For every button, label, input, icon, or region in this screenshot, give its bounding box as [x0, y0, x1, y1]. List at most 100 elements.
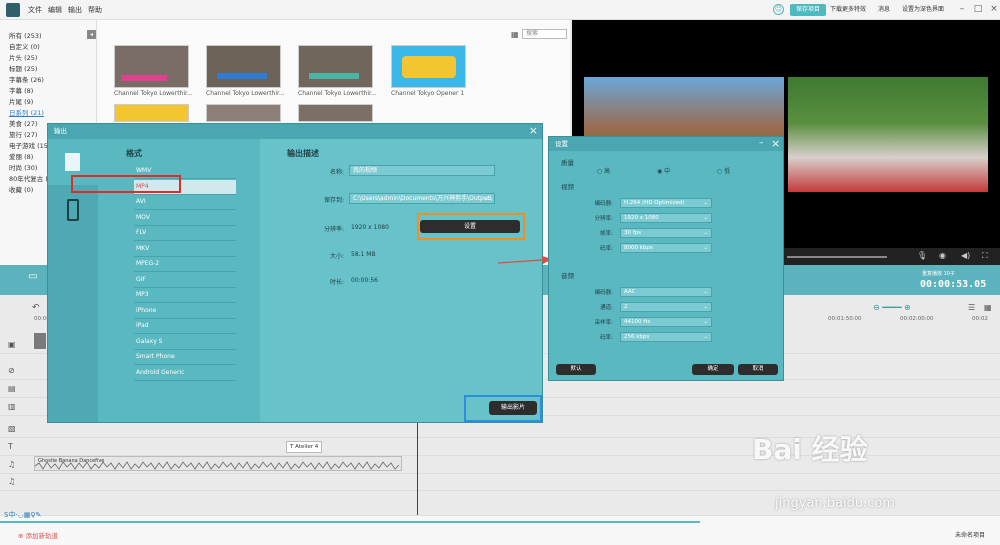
category-item[interactable]: 所有 (253): [9, 30, 42, 40]
category-item[interactable]: 电子游戏 (15): [9, 140, 50, 150]
frame-rate-select[interactable]: 30 fps ⌄: [620, 228, 712, 238]
template-thumbnail[interactable]: [206, 45, 281, 88]
account-icon[interactable]: ☺: [773, 4, 784, 15]
format-option[interactable]: Smart Phone: [134, 350, 236, 365]
format-option[interactable]: AVI: [134, 195, 236, 210]
minimize-icon[interactable]: –: [956, 3, 968, 15]
audio-clip[interactable]: Ghostie Banana Dancefive: [34, 456, 402, 471]
channel-select[interactable]: 2 ⌄: [620, 302, 712, 312]
scroll-bar[interactable]: [0, 521, 700, 523]
search-input[interactable]: 搜索: [522, 29, 567, 39]
format-option[interactable]: MPEG-2: [134, 257, 236, 272]
template-thumbnail[interactable]: [298, 104, 373, 122]
save-project-button[interactable]: 保存项目: [790, 4, 826, 16]
zoom-controls[interactable]: ⊖ ━━━━ ⊕: [873, 303, 911, 312]
category-item[interactable]: 收藏 (0): [9, 184, 33, 194]
format-option[interactable]: iPad: [134, 319, 236, 334]
undo-icon[interactable]: ↶: [32, 303, 40, 313]
format-option[interactable]: MP3: [134, 288, 236, 303]
format-option[interactable]: Galaxy S: [134, 335, 236, 350]
sample-rate-label: 采样率:: [594, 320, 613, 326]
folder-icon[interactable]: ▭: [28, 271, 37, 282]
preview-progress[interactable]: [787, 256, 887, 258]
video-track-icon[interactable]: ▣: [8, 340, 16, 349]
messages-button[interactable]: 消息: [878, 4, 890, 16]
ime-toolbar[interactable]: S中·◡▦♀✎: [4, 510, 41, 520]
category-item[interactable]: 片头 (25): [9, 52, 37, 62]
close-icon[interactable]: ×: [988, 3, 1000, 15]
duration-value: 00:00:56: [351, 277, 378, 284]
video-clip[interactable]: [34, 333, 46, 349]
template-thumbnail[interactable]: [391, 45, 466, 88]
category-item[interactable]: 字幕 (8): [9, 85, 33, 95]
save-path-input[interactable]: C:\Users\admin\Documents\万兴神剪手\Output\: [349, 193, 495, 204]
size-value: 58.1 MB: [351, 251, 376, 258]
download-effects-button[interactable]: 下载更多特效: [830, 4, 866, 16]
category-item-active[interactable]: 日系列 (21): [9, 107, 44, 117]
format-option[interactable]: Android Generic: [134, 366, 236, 381]
format-option[interactable]: MKV: [134, 242, 236, 257]
volume-icon[interactable]: ◀): [961, 251, 970, 260]
maximize-icon[interactable]: □: [972, 3, 984, 15]
video-encoder-select[interactable]: H.264 (HD Optimized) ⌄: [620, 198, 712, 208]
list-view-icon[interactable]: ☰: [968, 303, 975, 312]
app-logo-icon: [6, 3, 20, 17]
category-item[interactable]: 字幕条 (26): [9, 74, 44, 84]
sample-rate-select[interactable]: 44100 Hz ⌄: [620, 317, 712, 327]
audio-bitrate-select[interactable]: 256 kbps ⌄: [620, 332, 712, 342]
settings-close-icon[interactable]: ×: [771, 137, 780, 150]
browse-folder-icon[interactable]: ▭: [485, 194, 492, 202]
export-close-icon[interactable]: ×: [529, 125, 538, 137]
category-item[interactable]: 自定义 (0): [9, 41, 40, 51]
overlay-track-icon[interactable]: ▤: [8, 384, 16, 393]
camera-icon[interactable]: ◉: [939, 251, 946, 260]
thumbnail-caption: Channel Tokyo Lowerthir...: [114, 90, 193, 97]
category-item[interactable]: 标题 (25): [9, 63, 37, 73]
template-thumbnail[interactable]: [114, 104, 189, 122]
title-clip[interactable]: T Atelier 4: [286, 441, 322, 453]
mic-icon[interactable]: 🎙: [917, 251, 927, 260]
template-thumbnail[interactable]: [298, 45, 373, 88]
video-bitrate-select[interactable]: 8000 kbps ⌄: [620, 243, 712, 253]
default-button[interactable]: 默认: [556, 364, 596, 375]
quality-low-radio[interactable]: ○ 低: [717, 166, 730, 175]
grid-view-icon[interactable]: ▦: [511, 30, 519, 39]
audio-encoder-select[interactable]: AAC ⌄: [620, 287, 712, 297]
menu-export[interactable]: 输出: [68, 5, 82, 15]
add-track-link[interactable]: ⊕ 添加新轨道: [18, 530, 58, 540]
video-resolution-select[interactable]: 1920 x 1080 ⌄: [620, 213, 712, 223]
category-item[interactable]: 美食 (27): [9, 118, 37, 128]
quality-medium-radio[interactable]: ◉ 中: [657, 166, 670, 175]
audio-track-icon[interactable]: ♫: [8, 460, 15, 469]
menu-edit[interactable]: 编辑: [48, 5, 62, 15]
format-option[interactable]: iPhone: [134, 304, 236, 319]
collapse-sidebar-icon[interactable]: ◂: [87, 30, 96, 39]
pip-track-icon[interactable]: ▥: [8, 402, 16, 411]
grid-icon[interactable]: ▦: [984, 303, 992, 312]
template-thumbnail[interactable]: [206, 104, 281, 122]
element-track-icon[interactable]: ▧: [8, 424, 16, 433]
settings-minimize-icon[interactable]: –: [759, 138, 764, 148]
fullscreen-icon[interactable]: ⛶: [982, 251, 988, 261]
format-option[interactable]: FLV: [134, 226, 236, 241]
quality-high-radio[interactable]: ○ 高: [597, 166, 610, 175]
ok-button[interactable]: 确定: [692, 364, 734, 375]
template-thumbnail[interactable]: [114, 45, 189, 88]
menu-file[interactable]: 文件: [28, 5, 42, 15]
chevron-down-icon: ⌄: [703, 319, 708, 325]
effect-track-icon[interactable]: ⊘: [8, 366, 15, 375]
menu-help[interactable]: 帮助: [88, 5, 102, 15]
category-item[interactable]: 爱丽 (8): [9, 151, 33, 161]
category-item[interactable]: 片尾 (9): [9, 96, 33, 106]
export-dialog: 输出 × 格式 WMV MP4 AVI MOV FLV MKV MPEG-2 G…: [47, 123, 543, 423]
category-item[interactable]: 时尚 (30): [9, 162, 37, 172]
category-item[interactable]: 旅行 (27): [9, 129, 37, 139]
format-option[interactable]: GIF: [134, 273, 236, 288]
audio-track-2-icon[interactable]: ♫: [8, 477, 15, 486]
format-option[interactable]: MOV: [134, 211, 236, 226]
name-input[interactable]: 我的视频: [349, 165, 495, 176]
theme-button[interactable]: 设置为深色界面: [902, 4, 944, 16]
cancel-button[interactable]: 取消: [738, 364, 778, 375]
title-track-icon[interactable]: T: [8, 442, 13, 451]
tab-device[interactable]: [48, 187, 98, 233]
